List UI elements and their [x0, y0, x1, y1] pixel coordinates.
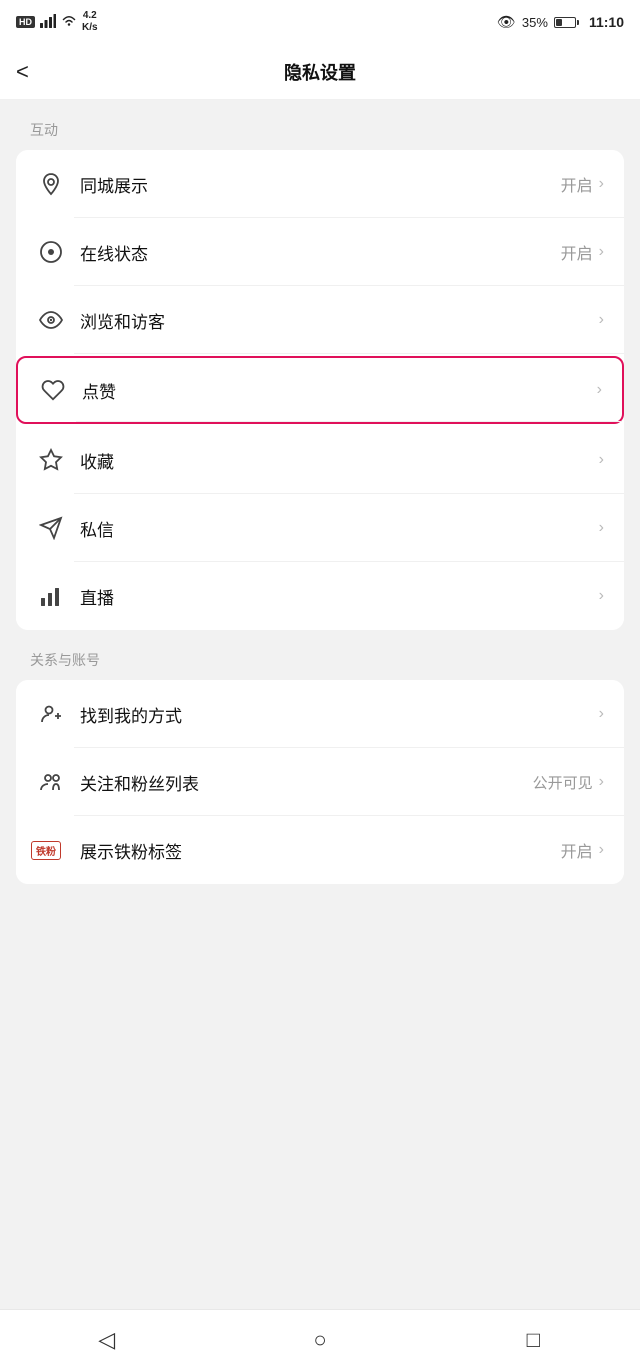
nav-back-icon: ◁	[98, 1327, 115, 1353]
tiefan-icon: 铁粉	[36, 835, 66, 865]
menu-item-dianzan[interactable]: 点赞 ›	[16, 356, 624, 424]
status-right: 👁 35% 11:10	[497, 13, 624, 31]
header: < 隐私设置	[0, 44, 640, 100]
guanzhu-chevron: ›	[599, 773, 604, 791]
bottom-nav: ◁ ○ □	[0, 1309, 640, 1369]
nav-home-button[interactable]: ○	[295, 1315, 345, 1365]
tongcheng-chevron: ›	[599, 175, 604, 193]
zaixian-chevron: ›	[599, 243, 604, 261]
dianzan-text: 点赞	[82, 378, 591, 403]
heart-icon	[38, 375, 68, 405]
zhaodao-chevron: ›	[599, 705, 604, 723]
speed-text: 4.2K/s	[82, 10, 98, 34]
menu-item-zaixian[interactable]: 在线状态 开启 ›	[16, 218, 624, 286]
sixin-chevron: ›	[599, 519, 604, 537]
battery-icon	[554, 17, 579, 28]
tiefan-text: 展示铁粉标签	[80, 838, 561, 863]
eye-icon: 👁	[497, 13, 516, 31]
section-label-hudong: 互动	[0, 120, 640, 150]
menu-item-shoucang[interactable]: 收藏 ›	[16, 426, 624, 494]
section-label-guanxi: 关系与账号	[0, 650, 640, 680]
chart-icon	[36, 581, 66, 611]
menu-item-liulan[interactable]: 浏览和访客 ›	[16, 286, 624, 354]
guanxi-card: 找到我的方式 › 关注和粉丝列表 公开可见 › 铁粉 展示铁粉标签	[16, 680, 624, 884]
tiefan-badge: 铁粉	[31, 841, 61, 860]
menu-item-sixin[interactable]: 私信 ›	[16, 494, 624, 562]
status-left: HD 4.2K/s	[16, 10, 98, 34]
zhaodao-text: 找到我的方式	[80, 702, 593, 727]
nav-recent-button[interactable]: □	[508, 1315, 558, 1365]
signal-icon	[40, 14, 56, 31]
star-icon	[36, 445, 66, 475]
guanzhu-value: 公开可见	[533, 772, 593, 793]
shoucang-chevron: ›	[599, 451, 604, 469]
hudong-card: 同城展示 开启 › 在线状态 开启 ›	[16, 150, 624, 630]
wifi-icon	[61, 14, 77, 30]
hd-badge: HD	[16, 16, 35, 28]
menu-item-guanzhu[interactable]: 关注和粉丝列表 公开可见 ›	[16, 748, 624, 816]
zaixian-text: 在线状态	[80, 240, 561, 265]
eye-browse-icon	[36, 305, 66, 335]
tiefan-value: 开启	[561, 838, 593, 862]
dianzan-chevron: ›	[597, 381, 602, 399]
battery-percent: 35%	[522, 15, 548, 30]
people-icon	[36, 767, 66, 797]
time: 11:10	[589, 14, 624, 30]
nav-home-icon: ○	[313, 1327, 326, 1353]
zhibo-text: 直播	[80, 584, 593, 609]
content: 互动 同城展示 开启 › 在线状态 开启 ›	[0, 100, 640, 1309]
location-icon	[36, 169, 66, 199]
nav-back-button[interactable]: ◁	[82, 1315, 132, 1365]
nav-recent-icon: □	[527, 1327, 540, 1353]
liulan-chevron: ›	[599, 311, 604, 329]
online-icon	[36, 237, 66, 267]
menu-item-zhibo[interactable]: 直播 ›	[16, 562, 624, 630]
status-bar: HD 4.2K/s 👁 35% 11:10	[0, 0, 640, 44]
sixin-text: 私信	[80, 516, 593, 541]
page-title: 隐私设置	[284, 59, 356, 85]
tongcheng-value: 开启	[561, 172, 593, 196]
liulan-text: 浏览和访客	[80, 308, 593, 333]
zhibo-chevron: ›	[599, 587, 604, 605]
guanzhu-text: 关注和粉丝列表	[80, 770, 533, 795]
back-button[interactable]: <	[16, 61, 29, 83]
tiefan-chevron: ›	[599, 841, 604, 859]
zaixian-value: 开启	[561, 240, 593, 264]
menu-item-tongcheng[interactable]: 同城展示 开启 ›	[16, 150, 624, 218]
tongcheng-text: 同城展示	[80, 172, 561, 197]
message-icon	[36, 513, 66, 543]
shoucang-text: 收藏	[80, 448, 593, 473]
menu-item-tiefan[interactable]: 铁粉 展示铁粉标签 开启 ›	[16, 816, 624, 884]
menu-item-zhaodao[interactable]: 找到我的方式 ›	[16, 680, 624, 748]
person-icon	[36, 699, 66, 729]
